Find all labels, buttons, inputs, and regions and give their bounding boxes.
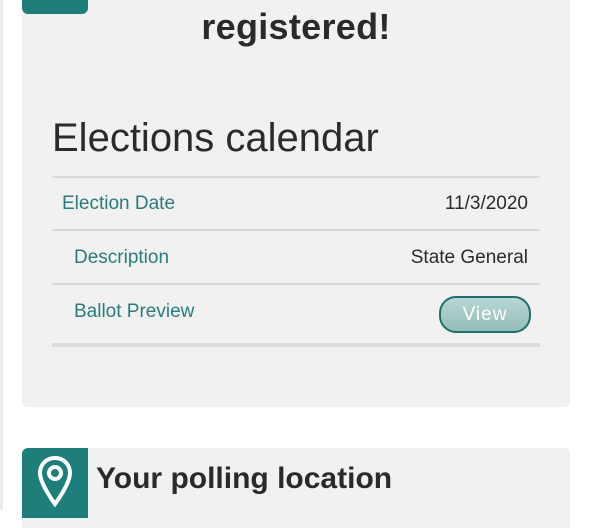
ballot-preview-view-button[interactable]: View [439, 296, 531, 333]
divider [52, 176, 540, 178]
divider [52, 229, 540, 231]
divider [52, 343, 540, 347]
divider [52, 283, 540, 285]
registration-card: registered! Elections calendar Election … [22, 0, 570, 407]
description-label: Description [74, 247, 170, 268]
polling-location-title: Your polling location [96, 462, 393, 495]
page-left-border [0, 0, 3, 510]
registration-status-heading: registered! [201, 6, 391, 47]
election-date-value: 11/3/2020 [444, 193, 528, 214]
polling-location-card: Your polling location [22, 448, 570, 528]
election-date-label: Election Date [62, 193, 176, 214]
ballot-preview-label: Ballot Preview [74, 301, 195, 322]
description-value: State General [410, 247, 528, 268]
location-pin-icon [38, 456, 72, 508]
polling-location-icon-tile [22, 448, 88, 518]
elections-calendar-title: Elections calendar [52, 116, 379, 160]
